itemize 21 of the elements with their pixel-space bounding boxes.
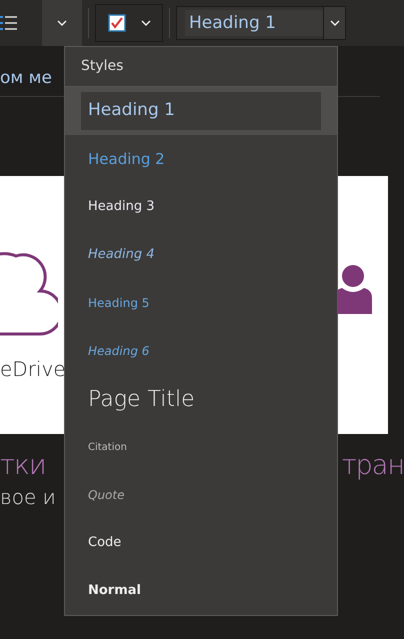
subtitle-text: вое и xyxy=(0,484,56,511)
style-option[interactable]: Heading 3 xyxy=(65,183,337,231)
checkbox-icon[interactable] xyxy=(108,14,126,32)
style-option[interactable]: Quote xyxy=(65,471,337,519)
style-option[interactable]: Heading 6 xyxy=(65,327,337,375)
list-icon[interactable] xyxy=(0,15,18,31)
style-option[interactable]: Citation xyxy=(65,423,337,471)
caption-text: eDrive xyxy=(0,356,66,382)
style-option[interactable]: Heading 2 xyxy=(65,135,337,183)
checkbox-dropdown-button[interactable] xyxy=(95,4,163,42)
style-combobox[interactable]: Heading 1 xyxy=(176,6,346,40)
heading-text: тран xyxy=(342,450,404,482)
caret-icon[interactable] xyxy=(323,7,345,39)
style-option[interactable]: Code xyxy=(65,519,337,567)
style-option[interactable]: Heading 1 xyxy=(65,87,337,135)
style-option[interactable]: Page Title xyxy=(65,375,337,423)
style-option[interactable]: Normal xyxy=(65,567,337,615)
heading-text: тки xyxy=(0,450,46,482)
style-option[interactable]: Heading 4 xyxy=(65,231,337,279)
caret-icon xyxy=(57,20,67,26)
style-option[interactable]: Heading 5 xyxy=(65,279,337,327)
